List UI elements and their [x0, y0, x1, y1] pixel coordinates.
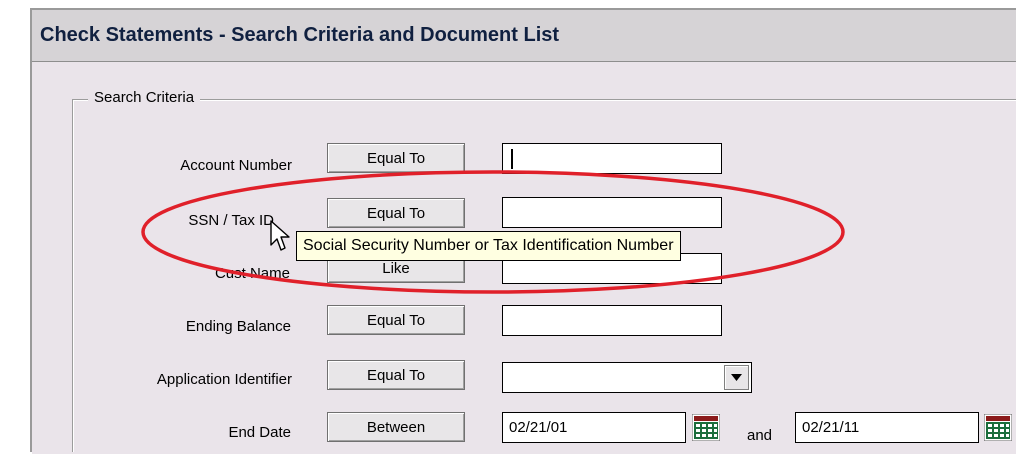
application-identifier-label: Application Identifier: [156, 371, 292, 388]
end-date-label: End Date: [228, 424, 291, 441]
window-title: Check Statements - Search Criteria and D…: [40, 24, 560, 46]
ending-balance-label: Ending Balance: [185, 318, 291, 335]
end-date-from-field[interactable]: 02/21/01: [502, 412, 686, 443]
ssn-tax-id-operator-button[interactable]: Equal To: [327, 198, 465, 228]
and-label: and: [747, 427, 773, 444]
text-caret: [511, 149, 513, 169]
application-identifier-select[interactable]: [502, 362, 752, 393]
ssn-tax-id-input[interactable]: [502, 197, 722, 228]
cust-name-label: Cust Name: [214, 265, 290, 282]
dropdown-button[interactable]: [724, 365, 749, 390]
title-bar: Check Statements - Search Criteria and D…: [32, 10, 1016, 62]
calendar-icon[interactable]: [983, 413, 1013, 442]
search-criteria-legend: Search Criteria: [88, 89, 201, 106]
mouse-pointer-icon: [270, 220, 290, 251]
calendar-icon[interactable]: [691, 413, 721, 442]
account-number-operator-button[interactable]: Equal To: [327, 143, 465, 173]
ssn-tooltip: Social Security Number or Tax Identifica…: [296, 231, 681, 261]
application-identifier-operator-button[interactable]: Equal To: [327, 360, 465, 390]
end-date-to-field[interactable]: 02/21/11: [795, 412, 979, 443]
account-number-label: Account Number: [180, 157, 292, 174]
ending-balance-input[interactable]: [502, 305, 722, 336]
ssn-tax-id-label: SSN / Tax ID: [188, 212, 274, 229]
end-date-operator-button[interactable]: Between: [327, 412, 465, 442]
chevron-down-icon: [731, 374, 742, 381]
ending-balance-operator-button[interactable]: Equal To: [327, 305, 465, 335]
account-number-input[interactable]: [502, 143, 722, 174]
